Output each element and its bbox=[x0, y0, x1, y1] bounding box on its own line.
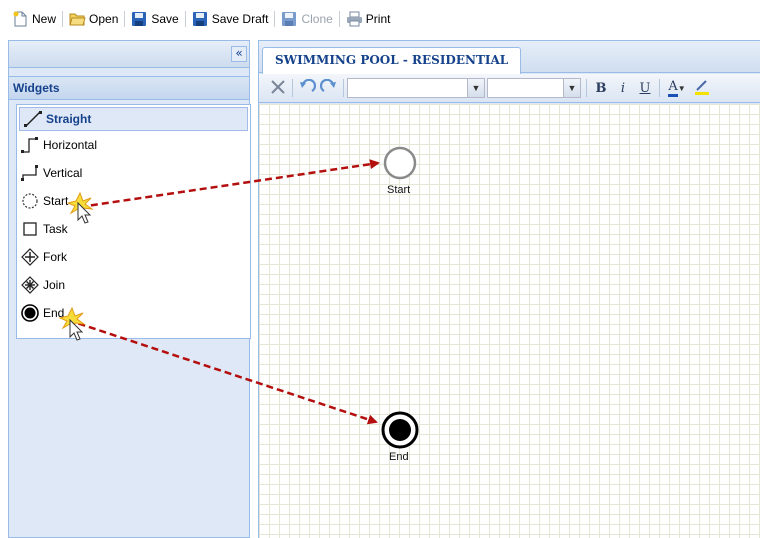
start-node-label: Start bbox=[387, 184, 411, 196]
printer-icon bbox=[346, 11, 363, 27]
font-size-select[interactable]: ▼ bbox=[487, 78, 581, 98]
undo-icon bbox=[298, 78, 317, 98]
redo-icon bbox=[319, 78, 338, 98]
print-button[interactable]: Print bbox=[344, 8, 393, 30]
delete-button[interactable] bbox=[267, 77, 289, 99]
clone-disk-icon bbox=[281, 11, 298, 27]
highlight-color-button[interactable] bbox=[691, 77, 713, 99]
canvas-panel: SWIMMING POOL - RESIDENTIAL ▼ ▼ B i U A … bbox=[258, 40, 760, 538]
toolbar-separator bbox=[124, 11, 126, 27]
clone-label: Clone bbox=[301, 12, 333, 26]
toolbar-separator bbox=[586, 79, 587, 97]
widget-label: Fork bbox=[43, 250, 67, 264]
tab-strip: SWIMMING POOL - RESIDENTIAL bbox=[259, 41, 760, 74]
widget-label: Task bbox=[43, 222, 68, 236]
toolbar-separator bbox=[659, 79, 660, 97]
vertical-connector-icon bbox=[20, 163, 40, 183]
widget-join[interactable]: Join bbox=[17, 271, 250, 299]
widget-straight[interactable]: Straight bbox=[19, 107, 248, 131]
collapse-panel-button[interactable]: « bbox=[231, 46, 247, 62]
end-circle-icon bbox=[20, 303, 40, 323]
join-diamond-icon bbox=[20, 275, 40, 295]
new-button[interactable]: New bbox=[10, 8, 58, 30]
left-panel-empty-area bbox=[9, 339, 249, 537]
save-label: Save bbox=[151, 12, 179, 26]
save-disk-icon bbox=[131, 11, 148, 27]
toolbar-separator bbox=[292, 79, 293, 97]
straight-line-icon bbox=[23, 109, 43, 129]
italic-button[interactable]: i bbox=[612, 77, 634, 99]
widget-label: Vertical bbox=[43, 166, 83, 180]
new-label: New bbox=[32, 12, 57, 26]
open-button[interactable]: Open bbox=[67, 8, 120, 30]
chevron-down-icon: ▼ bbox=[563, 79, 580, 97]
font-color-label: A bbox=[668, 79, 678, 97]
open-label: Open bbox=[89, 12, 119, 26]
widget-vertical[interactable]: Vertical bbox=[17, 159, 250, 187]
font-color-button[interactable]: A ▼ bbox=[663, 77, 691, 99]
toolbar-separator bbox=[274, 11, 276, 27]
toolbar-separator bbox=[343, 79, 344, 97]
widget-task[interactable]: Task bbox=[17, 215, 250, 243]
format-toolbar: ▼ ▼ B i U A ▼ bbox=[259, 74, 760, 103]
widget-label: Join bbox=[43, 278, 66, 292]
widget-start[interactable]: Start bbox=[17, 187, 250, 215]
highlighter-pen-icon bbox=[693, 78, 711, 99]
widget-label: Horizontal bbox=[43, 138, 98, 152]
horizontal-connector-icon bbox=[20, 135, 40, 155]
fork-diamond-icon bbox=[20, 247, 40, 267]
left-panel: « Widgets Straight Horizontal Vertical S… bbox=[8, 40, 251, 538]
start-circle-icon bbox=[20, 191, 40, 211]
open-folder-icon bbox=[69, 11, 86, 27]
new-document-icon bbox=[12, 11, 29, 27]
widget-horizontal[interactable]: Horizontal bbox=[17, 131, 250, 159]
tab-swimming-pool-residential[interactable]: SWIMMING POOL - RESIDENTIAL bbox=[262, 47, 522, 74]
close-x-icon bbox=[270, 79, 286, 98]
widget-label: Straight bbox=[46, 112, 92, 126]
diagram-canvas[interactable]: Start End bbox=[259, 104, 760, 538]
end-node-label: End bbox=[389, 451, 409, 463]
undo-button[interactable] bbox=[296, 77, 318, 99]
widget-end[interactable]: End bbox=[17, 299, 250, 327]
widgets-title: Widgets bbox=[9, 76, 249, 100]
font-family-select[interactable]: ▼ bbox=[347, 78, 485, 98]
task-square-icon bbox=[20, 219, 40, 239]
end-node-core bbox=[389, 419, 411, 441]
redo-button[interactable] bbox=[318, 77, 340, 99]
clone-button[interactable]: Clone bbox=[279, 8, 334, 30]
toolbar-separator bbox=[338, 11, 340, 27]
save-draft-label: Save Draft bbox=[211, 12, 269, 26]
save-draft-disk-icon bbox=[192, 11, 209, 27]
bold-button[interactable]: B bbox=[590, 77, 612, 99]
widget-label: End bbox=[43, 306, 65, 320]
left-panel-header: « bbox=[9, 41, 249, 68]
widgets-list: Straight Horizontal Vertical Start Task … bbox=[16, 104, 251, 339]
widget-label: Start bbox=[43, 194, 69, 208]
chevron-down-icon: ▼ bbox=[467, 79, 484, 97]
toolbar-separator bbox=[62, 11, 64, 27]
widget-fork[interactable]: Fork bbox=[17, 243, 250, 271]
print-label: Print bbox=[365, 12, 391, 26]
save-draft-button[interactable]: Save Draft bbox=[190, 8, 271, 30]
widgets-panel: Widgets Straight Horizontal Vertical Sta… bbox=[9, 76, 251, 339]
toolbar-separator bbox=[184, 11, 186, 27]
underline-button[interactable]: U bbox=[634, 77, 656, 99]
save-button[interactable]: Save bbox=[129, 8, 180, 30]
main-toolbar: New Open Save Save Draft Clone Print bbox=[0, 0, 760, 38]
chevron-down-icon: ▼ bbox=[677, 83, 686, 93]
start-node[interactable] bbox=[383, 146, 417, 180]
canvas-nodes bbox=[381, 146, 419, 449]
